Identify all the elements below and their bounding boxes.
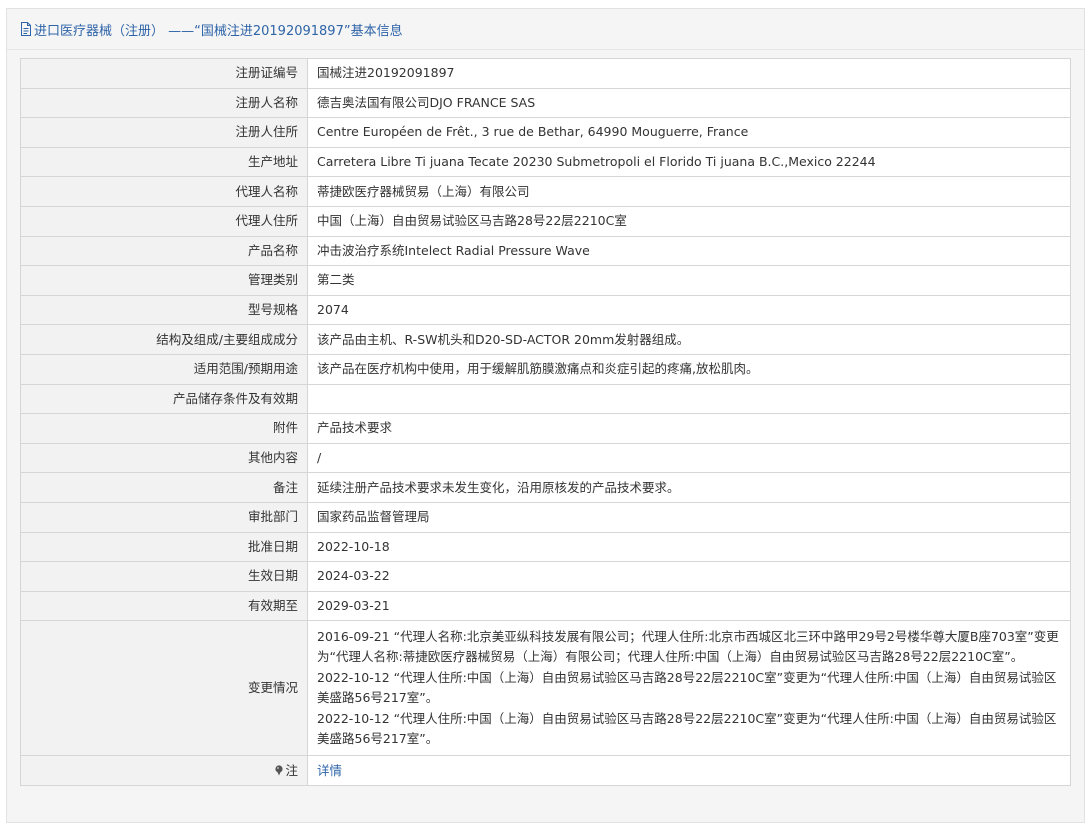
row-label: 注册人住所: [20, 117, 308, 148]
table-row: 管理类别 第二类: [20, 265, 1071, 296]
change-entry: 2016-09-21 “代理人名称:北京美亚纵科技发展有限公司；代理人住所:北京…: [317, 628, 1059, 665]
row-label: 批准日期: [20, 531, 308, 563]
note-cell: 详情: [307, 755, 1071, 786]
table-row: 附件 产品技术要求: [20, 413, 1071, 444]
table-row-note: 注 详情: [20, 755, 1071, 786]
row-value: [307, 383, 1071, 415]
row-value: 2074: [307, 294, 1071, 326]
table-row: 型号规格 2074: [20, 294, 1071, 326]
row-value: 国械注进20192091897: [307, 58, 1071, 89]
info-panel: 进口医疗器械（注册） ——“国械注进20192091897”基本信息 注册证编号…: [6, 8, 1085, 823]
table-row: 适用范围/预期用途 该产品在医疗机构中使用，用于缓解肌筋膜激痛点和炎症引起的疼痛,…: [20, 353, 1071, 385]
row-value: 德吉奥法国有限公司DJO FRANCE SAS: [307, 87, 1071, 119]
row-value: Centre Européen de Frêt., 3 rue de Betha…: [307, 117, 1071, 148]
table-row: 生产地址 Carretera Libre Ti juana Tecate 2023…: [20, 146, 1071, 178]
change-entry: 2022-10-12 “代理人住所:中国（上海）自由贸易试验区马吉路28号22层…: [317, 710, 1057, 747]
row-value: 2022-10-18: [307, 531, 1071, 563]
table-row: 产品名称 冲击波治疗系统Intelect Radial Pressure Wave: [20, 235, 1071, 267]
row-value: /: [307, 442, 1071, 474]
pin-icon: [274, 762, 284, 776]
table-row: 审批部门 国家药品监督管理局: [20, 501, 1071, 533]
row-label: 审批部门: [20, 501, 308, 533]
row-label: 备注: [20, 472, 308, 503]
row-value: Carretera Libre Ti juana Tecate 20230 Su…: [307, 146, 1071, 178]
row-label: 变更情况: [20, 620, 308, 757]
row-label: 注册证编号: [20, 58, 308, 89]
table-row: 产品储存条件及有效期: [20, 383, 1071, 415]
row-label: 管理类别: [20, 265, 308, 296]
table-row: 生效日期 2024-03-22: [20, 561, 1071, 592]
row-value: 产品技术要求: [307, 413, 1071, 444]
table-row: 注册证编号 国械注进20192091897: [20, 58, 1071, 89]
table-row: 结构及组成/主要组成成分 该产品由主机、R-SW机头和D20-SD-ACTOR 2…: [20, 324, 1071, 355]
row-label: 产品名称: [20, 235, 308, 267]
row-value: 蒂捷欧医疗器械贸易（上海）有限公司: [307, 176, 1071, 207]
document-icon: [20, 22, 32, 36]
row-label: 适用范围/预期用途: [20, 353, 308, 385]
row-label: 注: [20, 755, 308, 786]
table-row: 注册人住所 Centre Européen de Frêt., 3 rue de …: [20, 117, 1071, 148]
table-row: 批准日期 2022-10-18: [20, 531, 1071, 563]
row-label: 结构及组成/主要组成成分: [20, 324, 308, 355]
row-value: 延续注册产品技术要求未发生变化，沿用原核发的产品技术要求。: [307, 472, 1071, 503]
row-label: 注册人名称: [20, 87, 308, 119]
row-label: 生产地址: [20, 146, 308, 178]
panel-header: 进口医疗器械（注册） ——“国械注进20192091897”基本信息: [7, 9, 1084, 50]
table-row-changes: 变更情况 2016-09-21 “代理人名称:北京美亚纵科技发展有限公司；代理人…: [20, 620, 1071, 757]
page-title: 进口医疗器械（注册） ——“国械注进20192091897”基本信息: [34, 23, 403, 39]
row-value: 2024-03-22: [307, 561, 1071, 592]
row-label: 型号规格: [20, 294, 308, 326]
note-label: 注: [285, 762, 298, 778]
row-label: 代理人住所: [20, 205, 308, 237]
table-row: 备注 延续注册产品技术要求未发生变化，沿用原核发的产品技术要求。: [20, 472, 1071, 503]
row-label: 其他内容: [20, 442, 308, 474]
table-row: 代理人名称 蒂捷欧医疗器械贸易（上海）有限公司: [20, 176, 1071, 207]
row-value: 冲击波治疗系统Intelect Radial Pressure Wave: [307, 235, 1071, 267]
row-value: 第二类: [307, 265, 1071, 296]
row-value: 国家药品监督管理局: [307, 501, 1071, 533]
details-link[interactable]: 详情: [317, 763, 342, 778]
table-row: 注册人名称 德吉奥法国有限公司DJO FRANCE SAS: [20, 87, 1071, 119]
info-table: 注册证编号 国械注进20192091897 注册人名称 德吉奥法国有限公司DJO FR…: [20, 58, 1071, 786]
row-label: 附件: [20, 413, 308, 444]
change-entry: 2022-10-12 “代理人住所:中国（上海）自由贸易试验区马吉路28号22层…: [317, 669, 1057, 706]
row-value: 该产品在医疗机构中使用，用于缓解肌筋膜激痛点和炎症引起的疼痛,放松肌肉。: [307, 353, 1071, 385]
row-label: 产品储存条件及有效期: [20, 383, 308, 415]
row-label: 代理人名称: [20, 176, 308, 207]
row-label: 有效期至: [20, 590, 308, 622]
changes-cell: 2016-09-21 “代理人名称:北京美亚纵科技发展有限公司；代理人住所:北京…: [307, 620, 1071, 757]
row-value: 该产品由主机、R-SW机头和D20-SD-ACTOR 20mm发射器组成。: [307, 324, 1071, 355]
row-label: 生效日期: [20, 561, 308, 592]
table-row: 代理人住所 中国（上海）自由贸易试验区马吉路28号22层2210C室: [20, 205, 1071, 237]
row-value: 中国（上海）自由贸易试验区马吉路28号22层2210C室: [307, 205, 1071, 237]
table-row: 有效期至 2029-03-21: [20, 590, 1071, 622]
row-value: 2029-03-21: [307, 590, 1071, 622]
table-row: 其他内容 /: [20, 442, 1071, 474]
